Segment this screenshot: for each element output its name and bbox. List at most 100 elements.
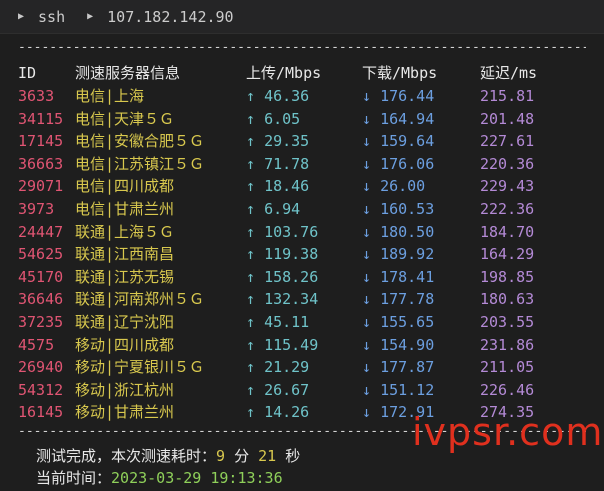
elapsed-line: 测试完成，本次测速耗时：9 分 21 秒 (36, 445, 300, 467)
download-value: ↓ 155.65 (362, 311, 434, 333)
elapsed-seconds: 21 (258, 447, 277, 465)
download-value: ↓ 178.41 (362, 266, 434, 288)
table-row: 4575 移动|四川成都 ↑ 115.49 ↓ 154.90 231.86 (0, 334, 604, 356)
latency-value: 198.85 (480, 267, 535, 286)
server-id: 3633 (18, 87, 55, 105)
arrow-up-icon: ↑ (246, 154, 256, 173)
latency-value: 226.46 (480, 380, 535, 399)
elapsed-minutes: 9 (216, 447, 226, 465)
upload-value: ↑ 71.78 (246, 153, 309, 175)
latency-value: 227.61 (480, 132, 535, 151)
server-id: 17145 (18, 132, 64, 151)
server-name: 联通|江苏无锡 (75, 267, 175, 286)
upload-value: ↑ 45.11 (246, 311, 309, 333)
upload-value: ↑ 46.36 (246, 85, 309, 107)
arrow-down-icon: ↓ (362, 109, 372, 128)
upload-value-text: 29.35 (264, 132, 310, 151)
server-name: 移动|甘肃兰州 (75, 403, 175, 422)
table-row: 17145 电信|安徽合肥５Ｇ ↑ 29.35 ↓ 159.64 227.61 (0, 130, 604, 152)
server-name: 联通|辽宁沈阳 (75, 313, 175, 331)
download-value: ↓ 176.06 (362, 153, 434, 175)
upload-value: ↑ 132.34 (246, 288, 318, 310)
server-id: 29071 (18, 177, 64, 196)
server-id: 45170 (18, 267, 64, 286)
server-name: 联通|上海５Ｇ (75, 222, 175, 241)
play-icon: ▶ (18, 11, 25, 22)
upload-value: ↑ 6.05 (246, 108, 300, 130)
download-value-text: 177.87 (380, 358, 435, 377)
upload-value: ↑ 158.26 (246, 266, 318, 288)
table-header: ID 测速服务器信息 上传/Mbps 下载/Mbps 延迟/ms (0, 62, 604, 84)
server-id: 26940 (18, 358, 64, 377)
download-value-text: 155.65 (380, 313, 435, 331)
watermark-logo: ivpsr.com (412, 410, 604, 454)
server-name: 联通|河南郑州５Ｇ (75, 290, 205, 309)
table-row: 54625 联通|江西南昌 ↑ 119.38 ↓ 189.92 164.29 (0, 243, 604, 265)
latency-value: 222.36 (480, 200, 535, 218)
download-value: ↓ 160.53 (362, 198, 434, 220)
upload-value: ↑ 18.46 (246, 175, 309, 197)
latency-value: 231.86 (480, 335, 535, 354)
arrow-up-icon: ↑ (246, 109, 256, 128)
current-time-line: 当前时间：2023-03-29 19:13:36 (36, 467, 283, 489)
upload-value: ↑ 14.26 (246, 401, 309, 423)
server-name: 联通|江西南昌 (75, 245, 175, 264)
arrow-down-icon: ↓ (362, 335, 372, 354)
terminal-tab-bar[interactable]: ▶ ssh ▶ 107.182.142.90 (0, 0, 604, 34)
upload-value-text: 46.36 (264, 87, 310, 105)
download-value-text: 178.41 (380, 267, 435, 286)
download-value-text: 180.50 (380, 222, 435, 241)
arrow-down-icon: ↓ (362, 290, 372, 309)
server-id: 24447 (18, 222, 64, 241)
server-name: 电信|天津５Ｇ (75, 109, 175, 128)
server-id: 37235 (18, 313, 64, 331)
arrow-down-icon: ↓ (362, 245, 372, 264)
server-id: 3973 (18, 200, 55, 218)
arrow-down-icon: ↓ (362, 358, 372, 377)
download-value-text: 177.78 (380, 290, 435, 309)
download-value: ↓ 26.00 (362, 175, 425, 197)
upload-value: ↑ 26.67 (246, 379, 309, 401)
arrow-down-icon: ↓ (362, 87, 372, 105)
arrow-down-icon: ↓ (362, 132, 372, 151)
server-id: 36663 (18, 154, 64, 173)
upload-value-text: 132.34 (264, 290, 319, 309)
current-time-label: 当前时间： (36, 469, 112, 487)
minutes-unit: 分 (234, 447, 250, 465)
server-name: 电信|安徽合肥５Ｇ (75, 132, 205, 151)
arrow-up-icon: ↑ (246, 290, 256, 309)
seconds-unit: 秒 (285, 447, 301, 465)
download-value: ↓ 180.50 (362, 221, 434, 243)
table-row: 3973 电信|甘肃兰州 ↑ 6.94 ↓ 160.53 222.36 (0, 198, 604, 220)
download-value-text: 26.00 (380, 177, 426, 196)
server-name: 电信|四川成都 (75, 177, 175, 196)
download-value: ↓ 189.92 (362, 243, 434, 265)
upload-value: ↑ 29.35 (246, 130, 309, 152)
table-row: 36663 电信|江苏镇江５Ｇ ↑ 71.78 ↓ 176.06 220.36 (0, 153, 604, 175)
download-value: ↓ 159.64 (362, 130, 434, 152)
upload-value-text: 115.49 (264, 335, 319, 354)
latency-value: 211.05 (480, 358, 535, 377)
upload-value-text: 45.11 (264, 313, 310, 331)
download-value-text: 159.64 (380, 132, 435, 151)
header-name: 测速服务器信息 (75, 64, 181, 82)
upload-value: ↑ 103.76 (246, 221, 318, 243)
breadcrumb-host[interactable]: 107.182.142.90 (107, 8, 233, 26)
table-row: 26940 移动|宁夏银川５Ｇ ↑ 21.29 ↓ 177.87 211.05 (0, 356, 604, 378)
download-value-text: 151.12 (380, 380, 435, 399)
upload-value-text: 158.26 (264, 267, 319, 286)
arrow-up-icon: ↑ (246, 87, 256, 105)
latency-value: 164.29 (480, 245, 535, 264)
arrow-down-icon: ↓ (362, 403, 372, 422)
table-row: 24447 联通|上海５Ｇ ↑ 103.76 ↓ 180.50 184.70 (0, 221, 604, 243)
arrow-down-icon: ↓ (362, 313, 372, 331)
upload-value-text: 21.29 (264, 358, 310, 377)
latency-value: 203.55 (480, 313, 535, 331)
download-value: ↓ 154.90 (362, 334, 434, 356)
server-id: 54625 (18, 245, 64, 264)
arrow-down-icon: ↓ (362, 380, 372, 399)
breadcrumb-ssh[interactable]: ssh (38, 8, 65, 26)
server-name: 电信|甘肃兰州 (75, 200, 175, 218)
upload-value-text: 14.26 (264, 403, 310, 422)
play-icon: ▶ (87, 11, 94, 22)
